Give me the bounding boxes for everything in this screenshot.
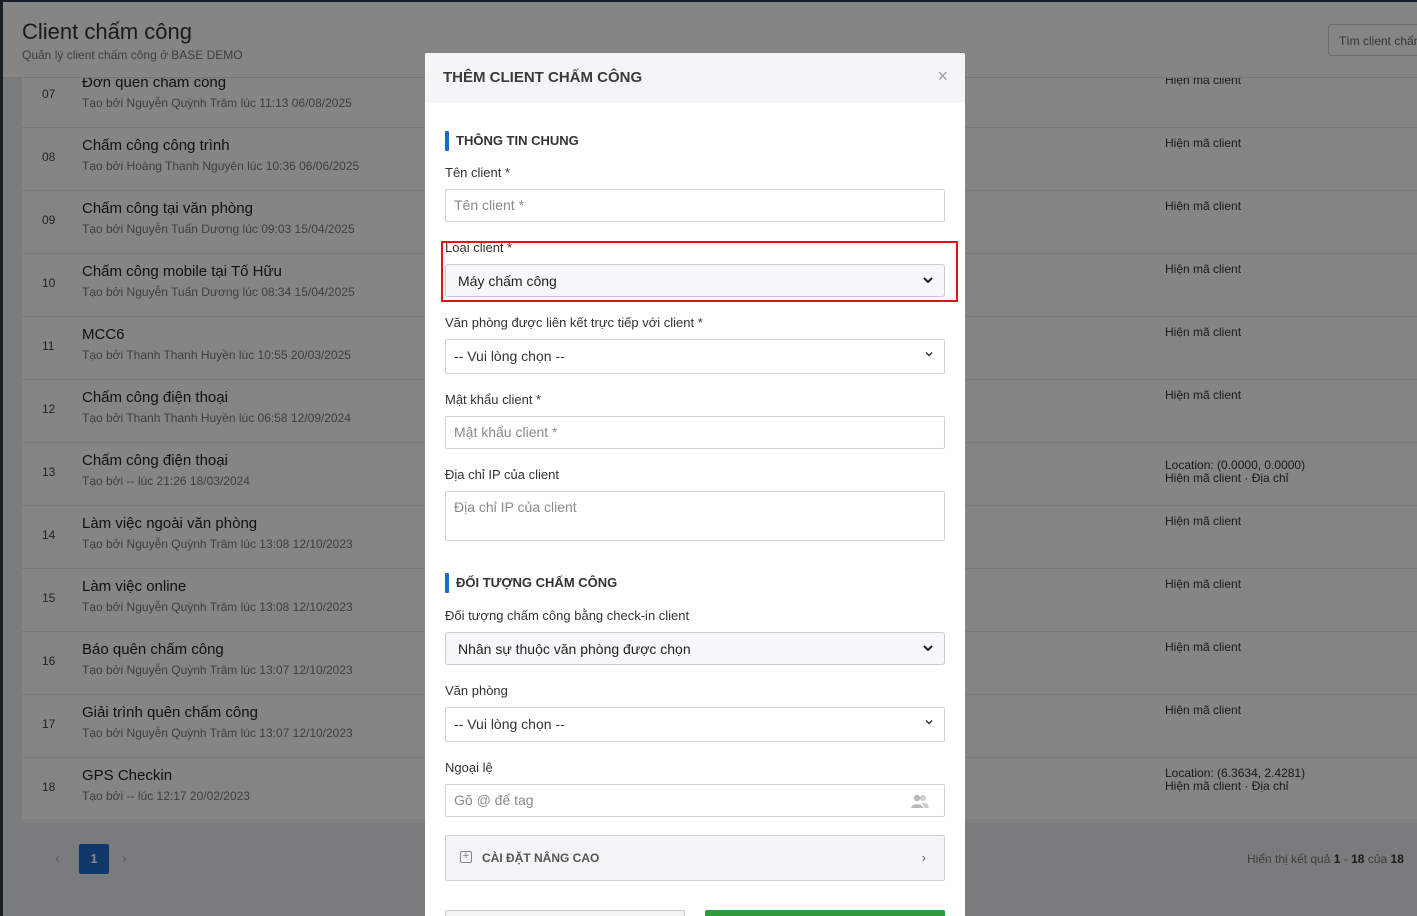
chevron-down-icon: [924, 717, 934, 727]
section-general-title: THÔNG TIN CHUNG: [445, 131, 579, 151]
modal-title: THÊM CLIENT CHẤM CÔNG: [443, 69, 643, 86]
advanced-settings-label: CÀI ĐẶT NÂNG CAO: [482, 851, 600, 865]
add-client-modal: THÊM CLIENT CHẤM CÔNG × THÔNG TIN CHUNG …: [425, 53, 965, 916]
exception-placeholder: Gõ @ để tag: [454, 792, 534, 808]
office-link-value: -- Vui lòng chọn --: [454, 348, 565, 364]
exception-tag-input[interactable]: Gõ @ để tag: [445, 784, 945, 817]
target-select[interactable]: Nhân sự thuộc văn phòng được chọn: [445, 632, 945, 665]
office-value: -- Vui lòng chọn --: [454, 716, 565, 732]
client-name-input[interactable]: Tên client *: [445, 189, 945, 222]
save-button[interactable]: [705, 910, 945, 916]
section-target-title: ĐỐI TƯỢNG CHẤM CÔNG: [445, 573, 617, 593]
chevron-down-icon: [922, 274, 934, 286]
plus-square-icon: +: [460, 851, 472, 863]
office-link-select[interactable]: -- Vui lòng chọn --: [445, 339, 945, 374]
close-icon[interactable]: ×: [937, 66, 948, 87]
target-label: Đối tượng chấm công bằng check-in client: [445, 608, 690, 623]
exception-label: Ngoại lệ: [445, 760, 493, 775]
target-value: Nhân sự thuộc văn phòng được chọn: [458, 641, 691, 657]
office-link-label: Văn phòng được liên kết trực tiếp với cl…: [445, 315, 703, 330]
client-type-select[interactable]: Máy chấm công: [445, 264, 945, 297]
password-input[interactable]: Mật khẩu client *: [445, 416, 945, 449]
chevron-right-icon: ›: [921, 850, 926, 865]
ip-label: Địa chỉ IP của client: [445, 467, 559, 482]
ip-textarea[interactable]: Địa chỉ IP của client: [445, 491, 945, 541]
advanced-settings-toggle[interactable]: + CÀI ĐẶT NÂNG CAO ›: [445, 835, 945, 881]
client-type-value: Máy chấm công: [458, 273, 557, 289]
client-name-label: Tên client *: [445, 165, 511, 180]
client-type-label: Loại client *: [445, 240, 513, 255]
users-icon[interactable]: [910, 793, 930, 812]
office-select[interactable]: -- Vui lòng chọn --: [445, 707, 945, 742]
password-label: Mật khẩu client *: [445, 392, 542, 407]
chevron-down-icon: [924, 349, 934, 359]
chevron-down-icon: [922, 642, 934, 654]
office-label: Văn phòng: [445, 683, 508, 698]
modal-header: THÊM CLIENT CHẤM CÔNG ×: [425, 53, 965, 102]
cancel-button[interactable]: [445, 910, 685, 916]
